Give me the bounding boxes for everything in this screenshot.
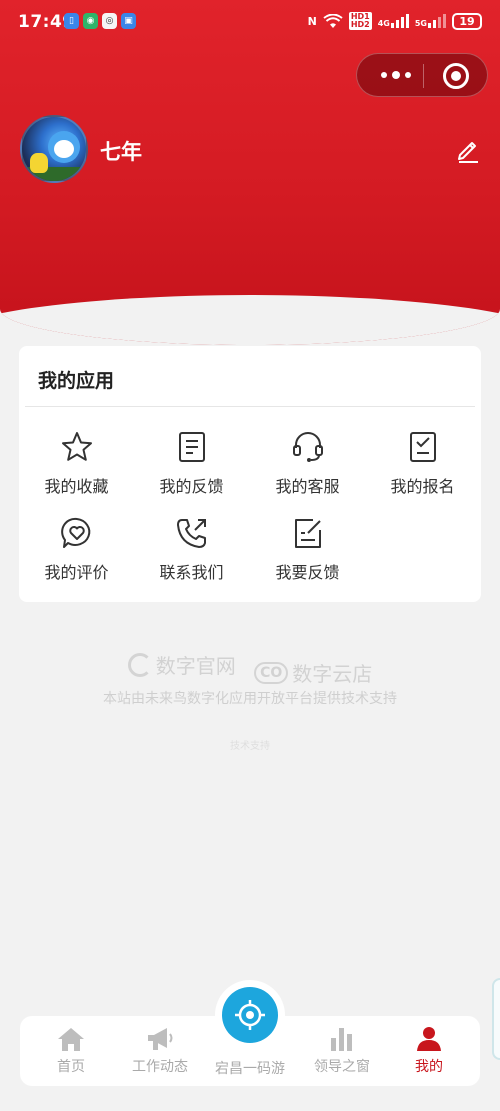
avatar-character-2 — [30, 153, 48, 173]
app-item-my-feedback[interactable]: 我的反馈 — [134, 430, 249, 500]
battery-icon: 19 — [452, 12, 482, 30]
center-tab-button-wrap — [215, 980, 285, 1050]
card-title: 我的应用 — [38, 370, 115, 392]
my-apps-card: 我的应用 我的收藏 我的反馈 我的客服 我的报名 我的评价 联系我们 我要反馈 — [19, 346, 481, 602]
app-label: 我的评价 — [44, 563, 109, 582]
chat-notification-icon: ◉ — [83, 13, 98, 29]
app-label: 我的收藏 — [44, 477, 109, 496]
logo1-text: 数字官网 — [155, 654, 236, 678]
network-5g-label: 5G — [414, 19, 427, 28]
star-icon — [61, 432, 92, 461]
platform-logos: 数字官网 CO 数字云店 — [0, 650, 500, 687]
credit-text: 本站由未来鸟数字化应用开放平台提供技术支持 — [103, 691, 397, 707]
tab-label: 工作动态 — [132, 1059, 188, 1075]
logo-digital-store: CO 数字云店 — [254, 658, 372, 687]
avatar-character — [48, 131, 80, 163]
headset-icon — [292, 432, 323, 462]
app-label: 联系我们 — [159, 563, 224, 582]
home-icon — [58, 1028, 84, 1051]
more-dot-icon — [392, 71, 400, 79]
notice-notification-icon: ▣ — [121, 13, 136, 29]
heart-chat-icon — [60, 517, 90, 548]
miniprogram-capsule — [356, 53, 488, 97]
signal-bars-icon — [390, 14, 409, 28]
more-dot-icon — [381, 72, 387, 78]
signal-bars-icon — [428, 14, 446, 28]
tab-work-news[interactable]: 工作动态 — [114, 1026, 206, 1076]
app-item-favorites[interactable]: 我的收藏 — [19, 430, 134, 500]
app-label: 我的客服 — [275, 477, 340, 496]
avatar[interactable] — [20, 115, 88, 183]
status-bar: 17:49 ▯ ◉ ◎ ▣ N HD1 HD2 4G 5G 19 — [0, 0, 500, 46]
more-dot-icon — [405, 72, 411, 78]
document-icon — [178, 432, 205, 462]
signal-5g: 5G — [415, 14, 446, 28]
tab-label: 领导之窗 — [314, 1059, 370, 1075]
network-4g-label: 4G — [377, 19, 390, 28]
app-item-reviews[interactable]: 我的评价 — [19, 516, 134, 586]
app-label: 我的报名 — [390, 477, 455, 496]
wifi-icon — [323, 13, 343, 28]
locate-icon — [235, 1000, 265, 1030]
credit-tiny-text: 技术支持 — [230, 741, 270, 752]
message-notification-icon: ◎ — [102, 13, 117, 29]
megaphone-icon — [148, 1028, 173, 1050]
bar-chart-icon — [331, 1028, 352, 1051]
tab-one-code-tour-label[interactable]: 宕昌一码游 — [200, 1058, 300, 1078]
signal-4g: 4G — [378, 14, 409, 28]
side-drawer-handle[interactable] — [492, 978, 500, 1060]
ring-logo-icon — [127, 652, 152, 677]
app-notification-icon: ▯ — [64, 13, 79, 29]
tab-home[interactable]: 首页 — [25, 1026, 117, 1076]
status-right-cluster: N HD1 HD2 4G 5G 19 — [308, 12, 482, 30]
hd-badge: HD1 HD2 — [348, 12, 372, 30]
edit-note-icon — [294, 519, 321, 548]
tab-label: 我的 — [415, 1059, 443, 1075]
username: 七年 — [100, 140, 142, 164]
logo-digital-website: 数字官网 — [127, 650, 236, 679]
app-label: 我的反馈 — [159, 477, 224, 496]
more-options-button[interactable] — [371, 54, 421, 96]
edit-icon[interactable] — [455, 137, 481, 163]
tab-leadership[interactable]: 领导之窗 — [296, 1026, 388, 1076]
close-miniprogram-button[interactable] — [443, 63, 469, 89]
app-item-registration[interactable]: 我的报名 — [365, 430, 480, 500]
checklist-icon — [409, 432, 436, 462]
app-item-submit-feedback[interactable]: 我要反馈 — [250, 516, 365, 586]
status-notification-icons: ▯ ◉ ◎ ▣ — [64, 13, 136, 29]
app-item-contact-us[interactable]: 联系我们 — [134, 516, 249, 586]
capsule-divider — [423, 64, 424, 88]
person-icon — [417, 1027, 441, 1051]
logo2-text: 数字云店 — [292, 662, 373, 686]
co-logo-icon: CO — [254, 661, 289, 684]
phone-icon — [176, 519, 206, 548]
nfc-icon: N — [307, 14, 317, 28]
app-label: 我要反馈 — [275, 563, 340, 582]
app-item-customer-service[interactable]: 我的客服 — [250, 430, 365, 500]
tab-mine[interactable]: 我的 — [383, 1026, 475, 1076]
one-code-tour-button[interactable] — [222, 987, 278, 1043]
tab-label: 首页 — [57, 1059, 85, 1075]
card-divider — [25, 406, 475, 407]
hd2-text: HD2 — [350, 20, 370, 29]
